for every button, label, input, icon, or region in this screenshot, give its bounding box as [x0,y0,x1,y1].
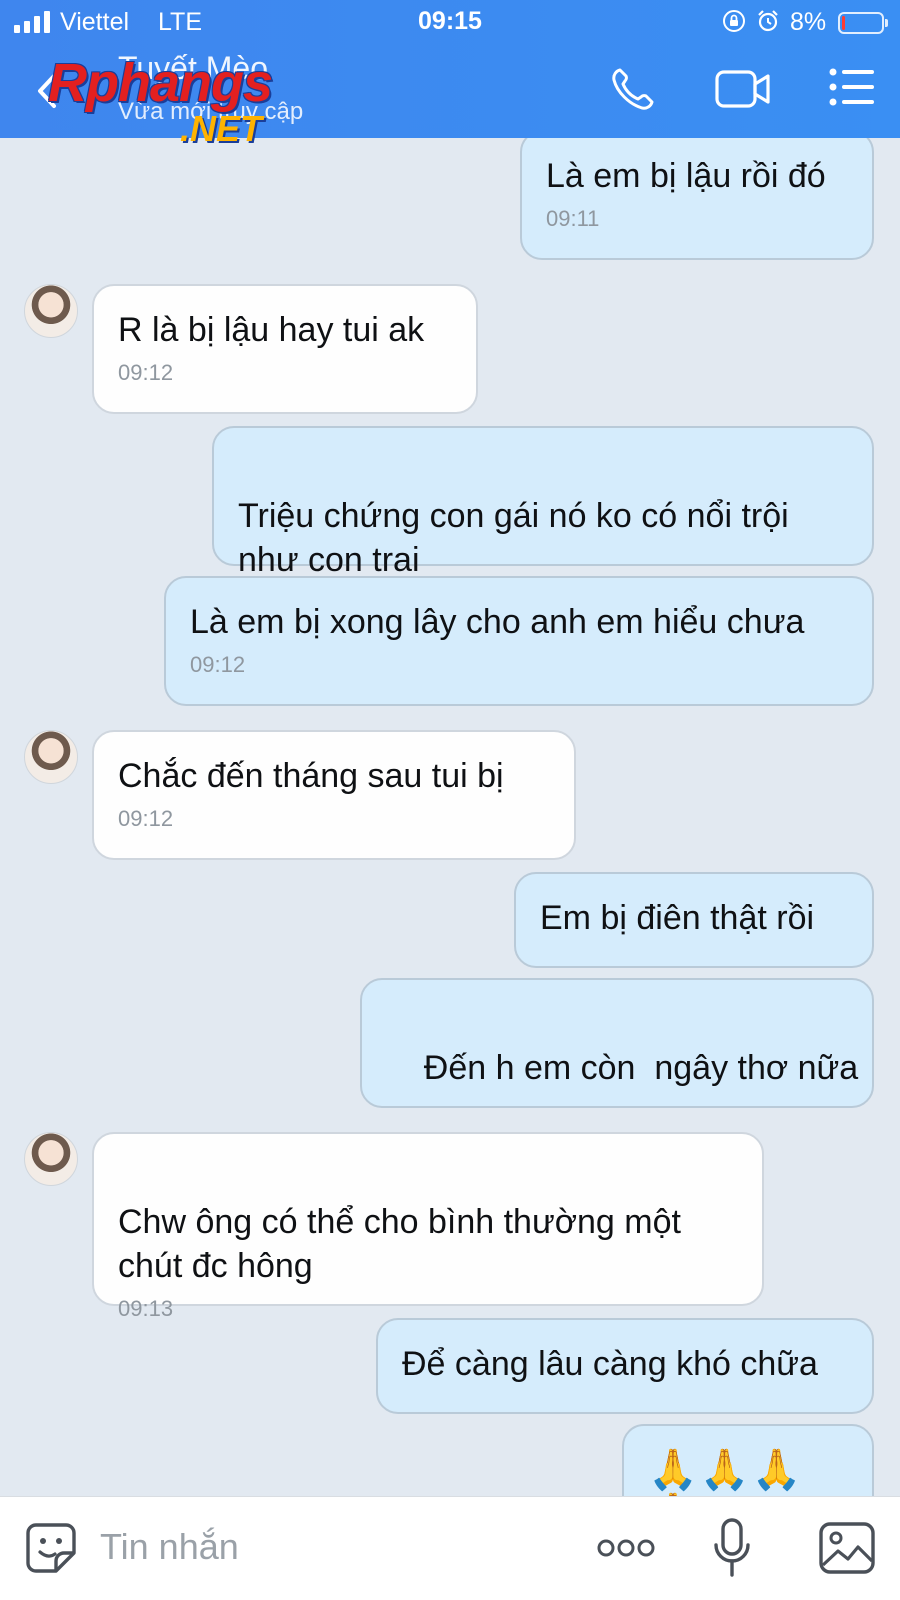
sticker-icon[interactable] [24,1521,78,1575]
message-text: Em bị điên thật rồi [540,899,815,937]
message-bubble-sent[interactable]: Triệu chứng con gái nó ko có nổi trội nh… [212,426,874,579]
message-bubble-sent[interactable]: Em bị điên thật rồi [514,872,874,968]
message-composer [0,1496,900,1600]
message-text: Là em bị lậu rồi đó [546,157,826,195]
message-emoji: 🙏🙏🙏🙏 [648,1448,804,1496]
message-text: R là bị lậu hay tui ak [118,311,425,349]
avatar[interactable] [24,730,78,784]
message-time: 09:12 [118,360,174,385]
message-time: 09:11 [546,206,600,231]
message-bubble-sent[interactable]: Đến h em còn ngây thơ nữa 09:13 [360,978,874,1167]
avatar[interactable] [24,1132,78,1186]
message-text: Đến h em còn ngây thơ nữa [423,1049,859,1087]
status-bar: Viettel LTE 09:15 8% [0,0,900,46]
message-time: 09:12 [118,806,174,831]
phone-icon[interactable] [610,66,656,112]
message-text: Để càng lâu càng khó chữa [402,1345,818,1383]
orientation-lock-icon [723,10,745,32]
battery-icon [838,12,888,34]
message-bubble-sent[interactable]: 🙏🙏🙏🙏 [622,1424,874,1496]
image-icon[interactable] [818,1521,876,1575]
message-text: Triệu chứng con gái nó ko có nổi trội nh… [238,497,789,579]
message-bubble-sent[interactable]: Là em bị xong lây cho anh em hiểu chưa 0… [164,576,874,706]
message-bubble-sent[interactable]: Để càng lâu càng khó chữa [376,1318,874,1414]
message-text: Chắc đến tháng sau tui bị [118,757,504,795]
message-bubble-received[interactable]: Chw ông có thể cho bình thường một chút … [92,1132,764,1321]
menu-icon[interactable] [828,66,876,108]
message-text: Chw ông có thể cho bình thường một chút … [118,1203,681,1285]
watermark-main: Rphangs [48,53,273,113]
message-bubble-sent[interactable]: Là em bị lậu rồi đó 09:11 [520,138,874,260]
alarm-icon [758,10,778,32]
battery-percent: 8% [790,8,827,36]
message-list[interactable]: Là em bị lậu rồi đó 09:11 R là bị lậu ha… [0,138,900,1496]
chat-header: Viettel LTE 09:15 8% Tuyết Mèo Vừa mới t… [0,0,900,149]
message-input[interactable] [100,1519,570,1575]
video-call-icon[interactable] [714,66,772,112]
mic-icon[interactable] [712,1517,752,1579]
avatar[interactable] [24,284,78,338]
message-text: Là em bị xong lây cho anh em hiểu chưa [190,603,805,641]
message-time: 09:12 [190,652,246,677]
more-icon[interactable] [596,1533,656,1563]
message-bubble-received[interactable]: Chắc đến tháng sau tui bị 09:12 [92,730,576,860]
message-bubble-received[interactable]: R là bị lậu hay tui ak 09:12 [92,284,478,414]
